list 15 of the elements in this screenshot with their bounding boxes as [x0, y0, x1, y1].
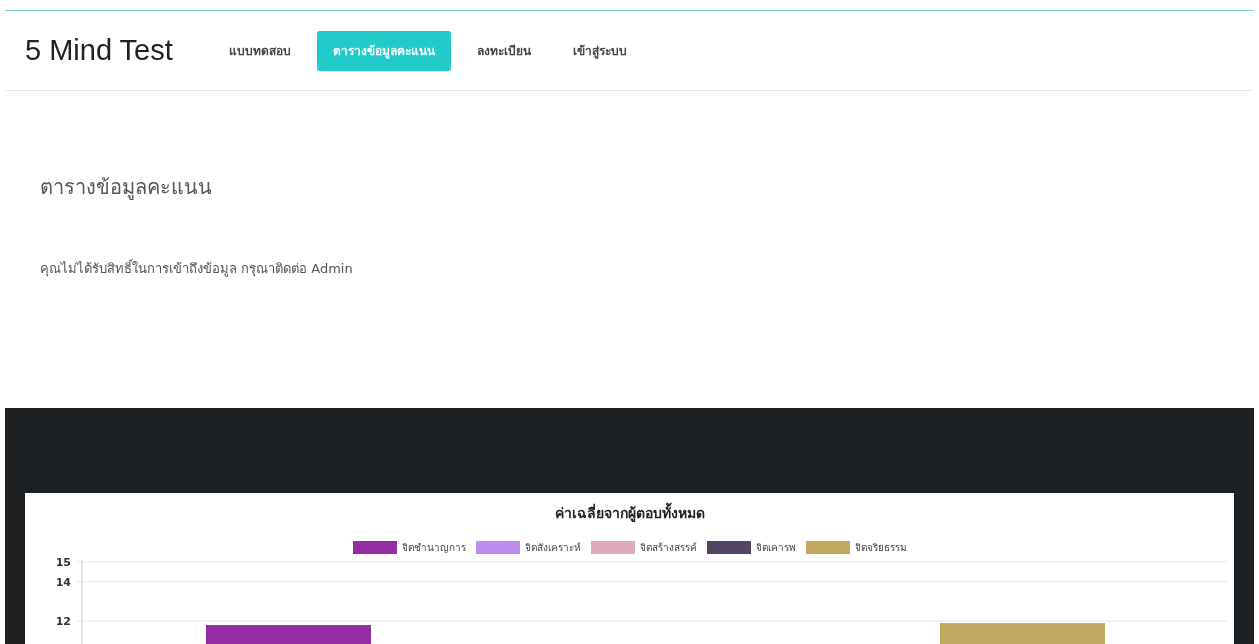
- access-message: คุณไม่ได้รับสิทธิ์ในการเข้าถึงข้อมูล กรุณาติดต่อ Admin: [40, 259, 354, 279]
- legend-label: จิตชำนาญการ: [401, 541, 466, 555]
- legend-label: จิตสังเคราะห์: [524, 541, 581, 555]
- chart-title: ค่าเฉลี่ยจากผู้ตอบทั้งหมด: [554, 503, 705, 524]
- brand-title[interactable]: 5 Mind Test: [25, 28, 173, 73]
- y-tick-label: 14: [55, 575, 71, 589]
- y-tick-label: 12: [55, 615, 71, 629]
- page-heading: ตารางข้อมูลคะแนน: [40, 174, 213, 201]
- nav-tab[interactable]: แบบทดสอบ: [212, 30, 307, 71]
- legend-label: จิตจริยธรรม: [854, 541, 907, 555]
- nav-tab[interactable]: ลงทะเบียน: [460, 30, 547, 71]
- legend-label: จิตเคารพ: [755, 541, 796, 555]
- nav-tab[interactable]: เข้าสู่ระบบ: [556, 30, 643, 71]
- legend-label: จิตสร้างสรรค์: [639, 541, 697, 555]
- y-tick-label: 15: [55, 556, 71, 569]
